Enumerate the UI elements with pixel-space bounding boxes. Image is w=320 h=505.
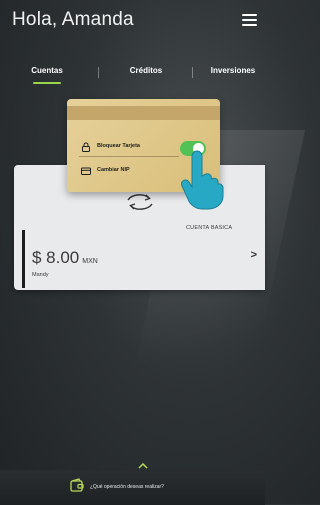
change-pin-label: Cambiar NIP bbox=[97, 167, 130, 173]
chevron-up-icon[interactable] bbox=[138, 463, 148, 469]
swap-arrows-icon[interactable] bbox=[122, 191, 158, 213]
card-magnetic-stripe bbox=[67, 106, 220, 120]
app-header: Hola, Amanda bbox=[0, 0, 265, 44]
account-holder-name: Mandy bbox=[32, 272, 49, 278]
account-type-label: CUENTA BASICA bbox=[186, 225, 233, 231]
lock-icon bbox=[82, 142, 90, 152]
tab-separator bbox=[98, 67, 99, 78]
chevron-right-icon[interactable]: > bbox=[251, 249, 257, 261]
hamburger-menu-icon[interactable] bbox=[242, 14, 257, 26]
greeting-title: Hola, Amanda bbox=[12, 9, 134, 30]
card-icon bbox=[81, 167, 91, 175]
block-card-label: Bloquear Tarjeta bbox=[97, 143, 140, 149]
balance-currency: MXN bbox=[82, 258, 98, 265]
tab-separator bbox=[192, 67, 193, 78]
balance-amount: $ 8.00 bbox=[32, 248, 80, 267]
account-tabs: Cuentas Créditos Inversiones bbox=[0, 62, 265, 92]
tap-hand-icon bbox=[181, 150, 224, 210]
tab-creditos[interactable]: Créditos bbox=[124, 66, 168, 75]
balance-display: $ 8.00 MXN bbox=[32, 248, 98, 268]
wallet-icon[interactable] bbox=[70, 478, 84, 492]
menu-divider bbox=[79, 156, 179, 157]
tab-cuentas[interactable]: Cuentas bbox=[30, 66, 64, 75]
balance-accent-bar bbox=[22, 230, 25, 288]
active-tab-indicator bbox=[33, 82, 61, 84]
tab-inversiones[interactable]: Inversiones bbox=[206, 66, 260, 75]
block-card-option[interactable]: Bloquear Tarjeta bbox=[81, 141, 181, 155]
operations-prompt[interactable]: ¿Qué operación deseas realizar? bbox=[90, 484, 164, 490]
change-pin-option[interactable]: Cambiar NIP bbox=[81, 165, 181, 179]
